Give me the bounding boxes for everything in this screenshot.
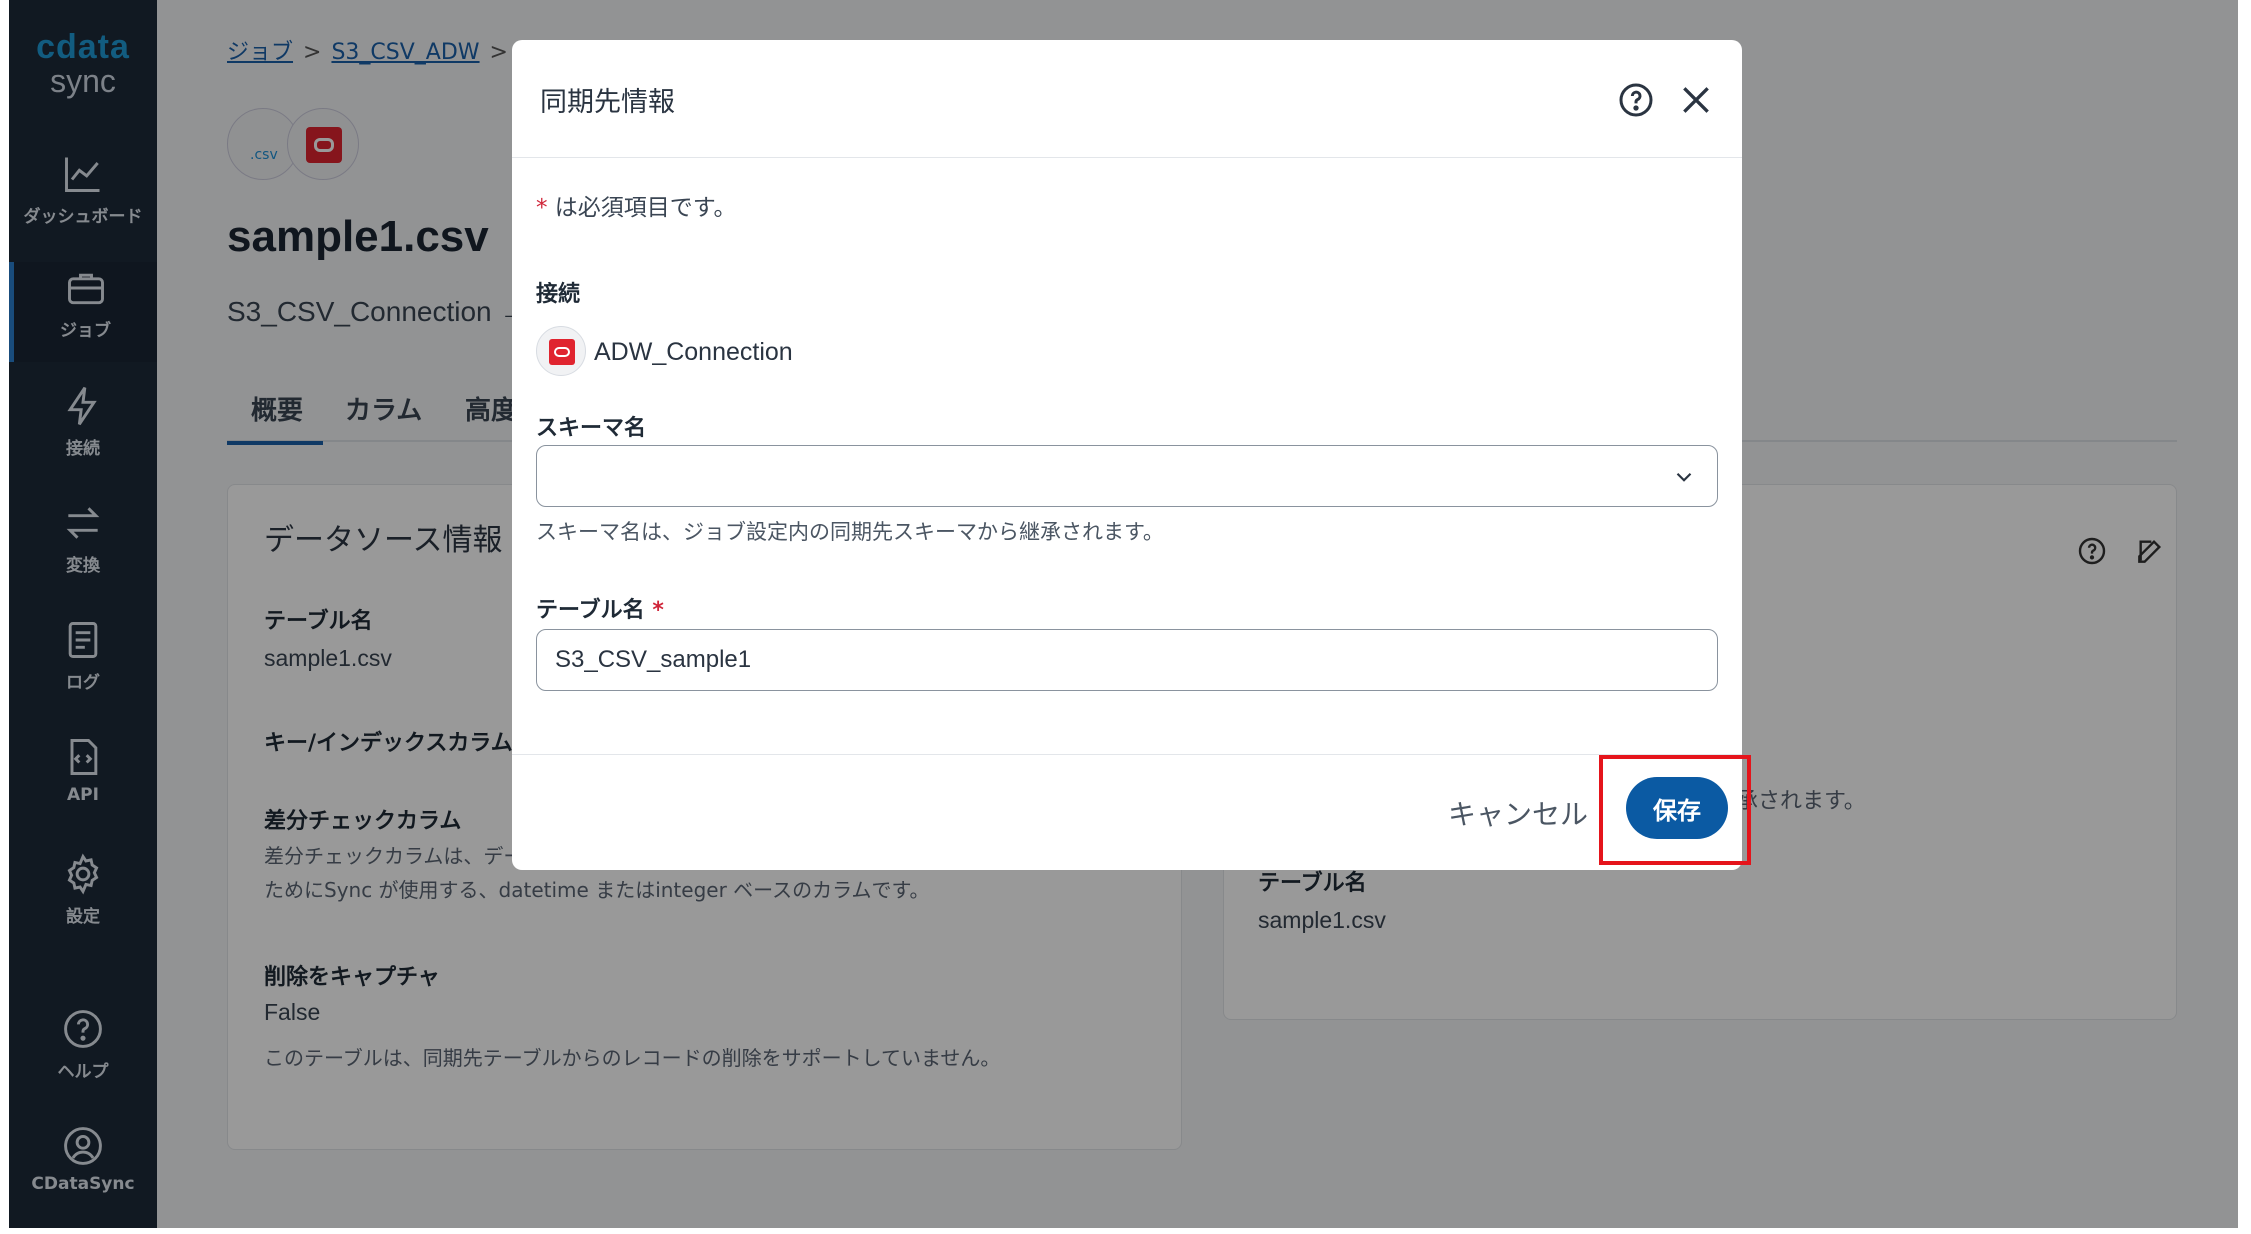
table-name-label-text: テーブル名 — [536, 598, 645, 623]
dialog-header: 同期先情報 — [512, 40, 1742, 158]
save-button[interactable]: 保存 — [1626, 777, 1728, 839]
schema-help-text: スキーマ名は、ジョブ設定内の同期先スキーマから継承されます。 — [536, 520, 1164, 544]
dialog-title: 同期先情報 — [540, 87, 675, 118]
schema-label: スキーマ名 — [536, 416, 647, 441]
required-note-text: は必須項目です。 — [547, 195, 737, 221]
required-star: * — [652, 598, 664, 623]
window-bottom-edge — [0, 1228, 2251, 1234]
required-note: * は必須項目です。 — [536, 188, 737, 222]
connection-name: ADW_Connection — [594, 338, 793, 366]
oracle-icon — [536, 326, 586, 376]
table-name-label: テーブル名 * — [536, 592, 664, 624]
cancel-button[interactable]: キャンセル — [1448, 793, 1588, 833]
app-window: cdata sync ダッシュボード ジョブ 接続 変換 ログ API 設定 ヘ… — [9, 0, 2238, 1228]
chevron-down-icon — [1676, 472, 1692, 482]
help-icon[interactable] — [1616, 80, 1656, 120]
table-name-input[interactable] — [536, 629, 1718, 691]
window-edge — [2238, 0, 2251, 1234]
close-icon[interactable] — [1676, 80, 1716, 120]
schema-select[interactable] — [536, 445, 1718, 507]
destination-info-dialog: 同期先情報 * は必須項目です。 接続 ADW_Connection スキーマ名… — [512, 40, 1742, 870]
required-star: * — [536, 195, 548, 221]
connection-label: 接続 — [536, 282, 581, 307]
dialog-footer: キャンセル 保存 — [512, 754, 1742, 870]
